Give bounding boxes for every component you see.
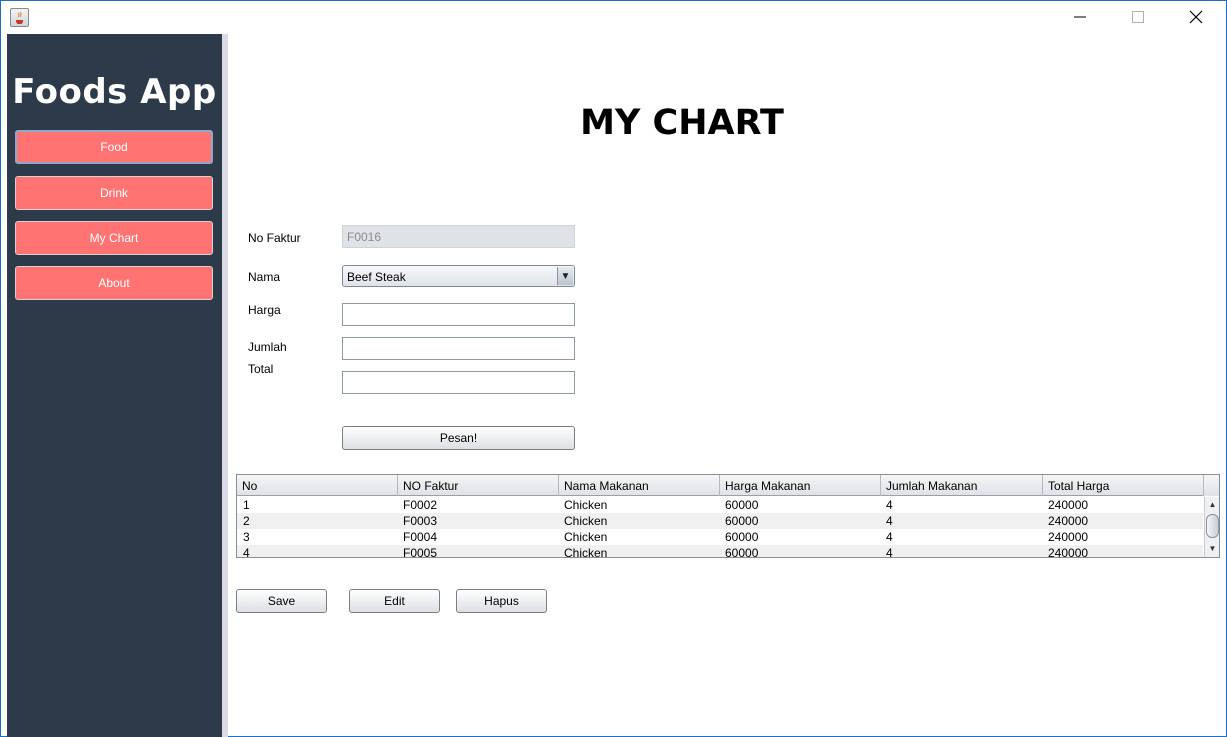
table-cell: Chicken	[564, 498, 608, 512]
total-label: Total	[248, 362, 274, 376]
table-cell: 2	[243, 514, 250, 528]
table-scrollbar[interactable]: ▲ ▼	[1204, 497, 1219, 557]
table-cell: 1	[243, 498, 250, 512]
table-row[interactable]: 4 F0005 Chicken 60000 4 240000	[237, 545, 1203, 557]
harga-field[interactable]	[342, 303, 575, 326]
sidebar-item-drink[interactable]: Drink	[15, 176, 213, 210]
table-cell: 240000	[1048, 498, 1089, 512]
table-cell: 60000	[725, 530, 759, 544]
sidebar-divider	[222, 34, 228, 737]
column-header-nama-makanan[interactable]: Nama Makanan	[559, 475, 720, 496]
sidebar-item-about[interactable]: About	[15, 266, 213, 300]
hapus-button[interactable]: Hapus	[456, 589, 547, 613]
table-body: 1 F0002 Chicken 60000 4 240000 2 F0003 C…	[237, 497, 1203, 557]
table-cell: 240000	[1048, 514, 1089, 528]
jumlah-label: Jumlah	[248, 340, 287, 354]
table-cell: F0002	[403, 498, 438, 512]
order-table: No NO Faktur Nama Makanan Harga Makanan …	[236, 474, 1220, 558]
java-app-icon[interactable]	[10, 8, 29, 27]
table-row[interactable]: 3 F0004 Chicken 60000 4 240000	[237, 529, 1203, 545]
no-faktur-label: No Faktur	[248, 231, 301, 245]
scroll-down-icon[interactable]: ▼	[1207, 543, 1218, 554]
title-bar[interactable]	[1, 1, 1226, 33]
table-row[interactable]: 1 F0002 Chicken 60000 4 240000	[237, 497, 1203, 513]
table-row[interactable]: 2 F0003 Chicken 60000 4 240000	[237, 513, 1203, 529]
save-button[interactable]: Save	[236, 589, 327, 613]
table-header: No NO Faktur Nama Makanan Harga Makanan …	[237, 475, 1219, 496]
table-header-corner	[1204, 475, 1219, 496]
sidebar-item-my-chart[interactable]: My Chart	[15, 221, 213, 255]
minimize-button[interactable]	[1051, 1, 1109, 33]
sidebar: Foods App Food Drink My Chart About	[7, 34, 222, 737]
table-cell: Chicken	[564, 546, 608, 557]
jumlah-field[interactable]	[342, 337, 575, 360]
column-header-no-faktur[interactable]: NO Faktur	[398, 475, 559, 496]
sidebar-item-food[interactable]: Food	[15, 130, 213, 164]
table-cell: Chicken	[564, 514, 608, 528]
scrollbar-thumb[interactable]	[1206, 514, 1219, 538]
table-cell: 4	[243, 546, 250, 557]
column-header-jumlah-makanan[interactable]: Jumlah Makanan	[881, 475, 1043, 496]
table-cell: 60000	[725, 498, 759, 512]
harga-label: Harga	[248, 303, 281, 317]
column-header-harga-makanan[interactable]: Harga Makanan	[720, 475, 881, 496]
table-cell: 60000	[725, 546, 759, 557]
table-cell: 4	[886, 514, 893, 528]
table-cell: 240000	[1048, 530, 1089, 544]
table-cell: F0004	[403, 530, 438, 544]
table-cell: 4	[886, 498, 893, 512]
column-header-total-harga[interactable]: Total Harga	[1043, 475, 1204, 496]
brand-title: Foods App	[12, 72, 217, 112]
pesan-button[interactable]: Pesan!	[342, 426, 575, 450]
no-faktur-field: F0016	[342, 225, 575, 248]
close-button[interactable]	[1167, 1, 1225, 33]
nama-dropdown[interactable]: Beef Steak ▼	[342, 265, 575, 287]
table-cell: 60000	[725, 514, 759, 528]
table-cell: 4	[886, 546, 893, 557]
table-cell: Chicken	[564, 530, 608, 544]
scroll-up-icon[interactable]: ▲	[1207, 499, 1218, 510]
table-cell: 4	[886, 530, 893, 544]
nama-label: Nama	[248, 270, 281, 284]
total-field[interactable]	[342, 371, 575, 394]
column-header-no[interactable]: No	[237, 475, 398, 496]
table-cell: 3	[243, 530, 250, 544]
edit-button[interactable]: Edit	[349, 589, 440, 613]
table-cell: F0003	[403, 514, 438, 528]
maximize-button[interactable]	[1109, 1, 1167, 33]
nama-selected-value: Beef Steak	[347, 270, 406, 284]
table-cell: 240000	[1048, 546, 1089, 557]
chevron-down-icon[interactable]: ▼	[557, 267, 573, 285]
table-cell: F0005	[403, 546, 438, 557]
page-title: MY CHART	[580, 103, 784, 143]
app-window: Foods App Food Drink My Chart About MY C…	[0, 0, 1227, 737]
